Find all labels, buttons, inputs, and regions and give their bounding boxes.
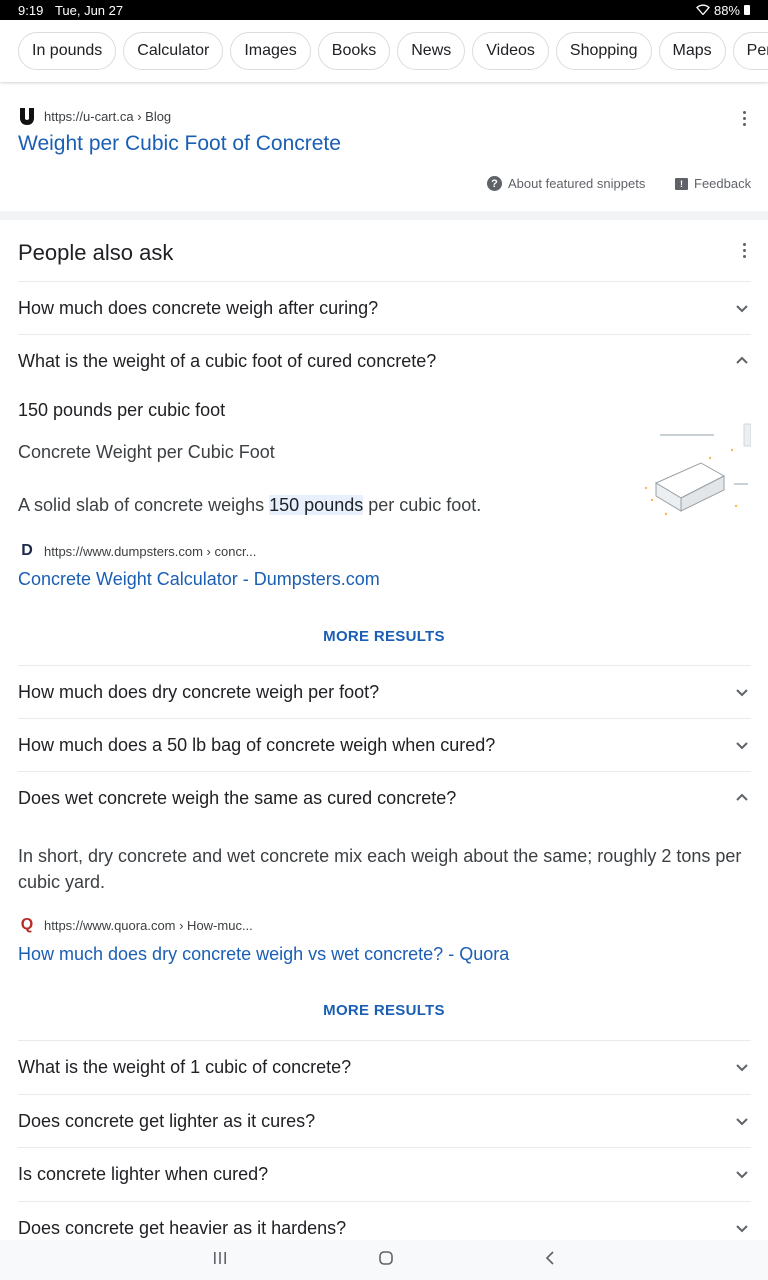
concrete-block-image[interactable] [636,418,752,523]
wifi-icon [696,3,710,18]
battery-icon [744,5,750,15]
more-results-button-2[interactable]: MORE RESULTS [0,1002,768,1019]
feedback-link[interactable]: ! Feedback [675,176,751,191]
chevron-up-icon [733,352,751,370]
result-title-link[interactable]: Weight per Cubic Foot of Concrete [18,132,341,156]
answer-2-url: https://www.dumpsters.com › concr... [44,543,257,559]
help-icon: ? [487,176,502,191]
chevron-down-icon [733,1058,751,1076]
chip-news[interactable]: News [397,32,466,70]
answer-sentence-end: per cubic foot. [363,495,482,515]
result-source: https://u-cart.ca › Blog [18,107,171,125]
question-text: Is concrete lighter when cured? [18,1163,269,1184]
quora-favicon-icon: Q [20,916,34,933]
chevron-down-icon [733,683,751,701]
feedback-icon: ! [675,177,688,190]
answer-highlight: 150 pounds [269,495,364,515]
chip-calculator[interactable]: Calculator [123,32,224,70]
paa-question-7[interactable]: Does concrete get lighter as it cures? [18,1094,751,1147]
answer-2-link[interactable]: Concrete Weight Calculator - Dumpsters.c… [18,569,380,590]
answer-2-source: D https://www.dumpsters.com › concr... [18,542,256,560]
recent-apps-icon[interactable] [212,1251,228,1270]
dumpsters-favicon-icon: D [21,542,33,559]
chip-shopping[interactable]: Shopping [555,32,652,70]
result-url: https://u-cart.ca › Blog [44,108,172,124]
status-time: 9:19 [18,2,44,18]
featured-snippet-card: https://u-cart.ca › Blog Weight per Cubi… [0,90,768,210]
question-text: What is the weight of 1 cubic of concret… [18,1056,352,1077]
paa-question-4[interactable]: How much does a 50 lb bag of concrete we… [18,718,751,771]
chevron-down-icon [733,736,751,754]
chevron-down-icon [733,1165,751,1183]
question-text: How much does a 50 lb bag of concrete we… [18,734,496,755]
more-results-button-1[interactable]: MORE RESULTS [0,628,768,645]
chip-books[interactable]: Books [317,32,391,70]
question-text: What is the weight of a cubic foot of cu… [18,350,437,371]
chip-in-pounds[interactable]: In pounds [18,32,117,70]
chip-perspectives[interactable]: Persp [732,32,768,70]
question-text: Does wet concrete weigh the same as cure… [18,787,457,808]
question-text: How much does concrete weigh after curin… [18,297,379,318]
chip-videos[interactable]: Videos [472,32,549,70]
chevron-down-icon [733,1112,751,1130]
question-text: Does concrete get lighter as it cures? [18,1110,316,1131]
paa-question-2[interactable]: What is the weight of a cubic foot of cu… [18,334,751,387]
chip-images[interactable]: Images [230,32,311,70]
answer-short: 150 pounds per cubic foot [18,400,226,420]
chevron-up-icon [733,789,751,807]
status-bar: 9:19 Tue, Jun 27 88% [0,0,768,20]
ucart-favicon-icon [18,107,36,125]
system-nav-bar [0,1240,768,1280]
question-text: Does concrete get heavier as it hardens? [18,1217,347,1238]
paa-question-5[interactable]: Does wet concrete weigh the same as cure… [18,771,751,824]
question-text: How much does dry concrete weigh per foo… [18,681,380,702]
paa-question-6[interactable]: What is the weight of 1 cubic of concret… [18,1040,751,1093]
answer-5-url: https://www.quora.com › How-muc... [44,917,253,933]
chip-maps[interactable]: Maps [658,32,726,70]
answer-5-link[interactable]: How much does dry concrete weigh vs wet … [18,944,509,965]
back-icon[interactable] [544,1250,556,1271]
chevron-down-icon [733,299,751,317]
answer-5-text: In short, dry concrete and wet concrete … [18,846,742,892]
status-date: Tue, Jun 27 [54,2,124,18]
result-more-options-icon[interactable] [741,111,747,126]
home-icon[interactable] [378,1250,394,1271]
battery-level: 88% [713,2,740,18]
paa-question-1[interactable]: How much does concrete weigh after curin… [18,281,751,334]
about-featured-snippets-label: About featured snippets [508,176,646,191]
answer-sentence-start: A solid slab of concrete weighs [18,495,270,515]
paa-question-3[interactable]: How much does dry concrete weigh per foo… [18,665,751,718]
answer-5-source: Q https://www.quora.com › How-muc... [18,916,253,934]
answer-sentence: A solid slab of concrete weighs 150 poun… [18,495,481,516]
paa-question-8[interactable]: Is concrete lighter when cured? [18,1147,751,1200]
section-divider [0,211,768,220]
people-also-ask-heading: People also ask [18,240,174,265]
feedback-label: Feedback [694,176,752,191]
about-featured-snippets-link[interactable]: ? About featured snippets [487,176,645,191]
answer-subtitle: Concrete Weight per Cubic Foot [18,442,275,462]
paa-more-options-icon[interactable] [741,243,747,258]
chevron-down-icon [733,1219,751,1237]
search-chips-bar: In pounds Calculator Images Books News V… [0,20,768,82]
